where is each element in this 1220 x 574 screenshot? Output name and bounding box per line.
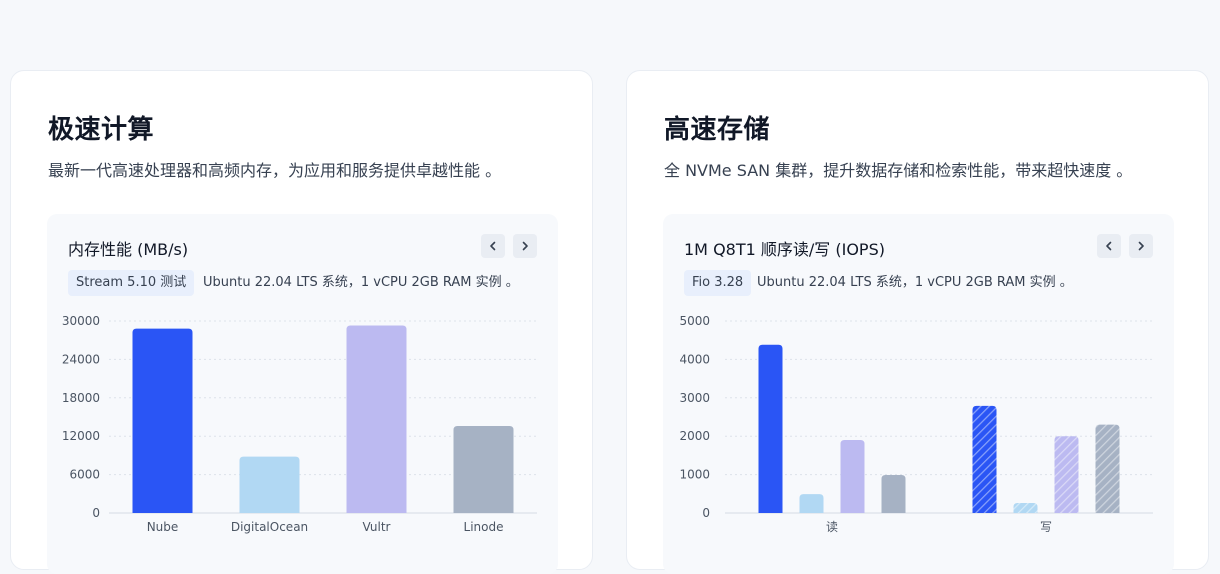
chevron-left-icon	[490, 241, 496, 251]
compute-card: 极速计算 最新一代高速处理器和高频内存，为应用和服务提供卓越性能 。 0 6000…	[10, 70, 593, 574]
chart-next-button[interactable]	[1129, 234, 1153, 258]
bar-nube	[132, 328, 193, 513]
x-tick-label: Vultr	[363, 520, 391, 534]
bar-read-0	[758, 344, 783, 513]
y-tick-label: 18000	[62, 391, 100, 405]
bar-vultr	[346, 325, 407, 513]
card-description: 最新一代高速处理器和高频内存，为应用和服务提供卓越性能 。	[48, 161, 502, 180]
bar-linode	[453, 425, 514, 513]
bar-read-2	[840, 440, 865, 513]
chart-prev-button[interactable]	[1097, 234, 1121, 258]
x-tick-label: Linode	[464, 520, 504, 534]
y-tick-label: 2000	[679, 429, 710, 443]
x-tick-label: 读	[826, 520, 838, 534]
x-tick-label: Nube	[147, 520, 179, 534]
chart-panel: 0 1000 2000 3000 4000 5000 读 写 1M Q8T1 顺序读/写 (I…	[663, 214, 1174, 574]
chart-panel: 0 6000 12000 18000 24000 30000 Nube DigitalOcea…	[47, 214, 558, 574]
y-tick-label: 24000	[62, 352, 100, 366]
benchmark-tag: Stream 5.10 测试	[68, 270, 195, 296]
benchmark-tag: Fio 3.28	[684, 270, 752, 296]
y-tick-label: 0	[92, 506, 100, 520]
iops-bar-chart: 0 1000 2000 3000 4000 5000 读 写	[679, 314, 1153, 534]
bar-write-3	[1095, 424, 1120, 513]
chart-prev-button[interactable]	[481, 234, 505, 258]
y-tick-label: 3000	[679, 391, 710, 405]
bar-write-1	[1013, 503, 1038, 513]
chart-title: 1M Q8T1 顺序读/写 (IOPS)	[684, 240, 885, 259]
storage-card: 高速存储 全 NVMe SAN 集群，提升数据存储和检索性能，带来超快速度 。 …	[626, 70, 1209, 574]
bar-digitalocean	[239, 456, 300, 513]
y-tick-label: 4000	[679, 352, 710, 366]
card-title: 极速计算	[48, 115, 155, 145]
card-description: 全 NVMe SAN 集群，提升数据存储和检索性能，带来超快速度 。	[664, 161, 1133, 180]
chart-title: 内存性能 (MB/s)	[68, 240, 189, 259]
card-title: 高速存储	[664, 115, 771, 145]
benchmark-note: Ubuntu 22.04 LTS 系统，1 vCPU 2GB RAM 实例 。	[203, 275, 519, 290]
x-tick-label: 写	[1040, 520, 1052, 534]
x-tick-label: DigitalOcean	[231, 520, 308, 534]
y-tick-label: 1000	[679, 468, 710, 482]
bar-write-2	[1054, 436, 1079, 513]
y-tick-label: 12000	[62, 429, 100, 443]
chevron-right-icon	[1138, 241, 1144, 251]
y-tick-label: 6000	[69, 468, 100, 482]
memory-bar-chart: 0 6000 12000 18000 24000 30000 Nube DigitalOcea…	[62, 314, 537, 534]
chart-next-button[interactable]	[513, 234, 537, 258]
chevron-left-icon	[1106, 241, 1112, 251]
y-tick-label: 5000	[679, 314, 710, 328]
bar-read-3	[881, 474, 906, 513]
bar-write-0	[972, 405, 997, 513]
benchmark-note: Ubuntu 22.04 LTS 系统，1 vCPU 2GB RAM 实例 。	[757, 275, 1073, 290]
y-tick-label: 30000	[62, 314, 100, 328]
y-tick-label: 0	[702, 506, 710, 520]
chevron-right-icon	[522, 241, 528, 251]
bar-read-1	[799, 494, 824, 513]
